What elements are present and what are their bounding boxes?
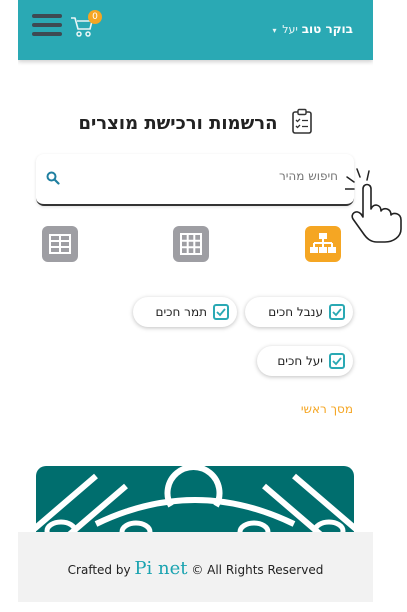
main-screen-link[interactable]: מסך ראשי bbox=[301, 402, 353, 416]
grid-icon bbox=[180, 233, 202, 255]
page-title-row: הרשמות ורכישת מוצרים bbox=[18, 108, 373, 138]
pinet-logo[interactable]: Pi net bbox=[134, 558, 187, 579]
greeting-text: בוקר טוב bbox=[301, 22, 353, 36]
app-frame: 0 בוקר טוב יעל ▾ הרשמות ורכישת מוצרים חי… bbox=[18, 0, 373, 612]
filter-chip[interactable]: תמר חכים bbox=[133, 297, 237, 327]
cart-count-badge: 0 bbox=[88, 10, 102, 24]
filter-chip-label: ענבל חכים bbox=[268, 305, 323, 319]
list-grid-view-button[interactable] bbox=[42, 226, 78, 262]
grid-view-button[interactable] bbox=[173, 226, 209, 262]
search-input[interactable] bbox=[76, 168, 340, 184]
filter-chip-label: יעל חכים bbox=[277, 354, 323, 368]
clipboard-check-icon bbox=[291, 108, 313, 138]
hierarchy-icon bbox=[310, 233, 336, 253]
search-icon[interactable] bbox=[46, 170, 60, 189]
search-box[interactable] bbox=[36, 154, 354, 206]
filter-chip-label: תמר חכים bbox=[155, 305, 207, 319]
hierarchy-view-button[interactable] bbox=[305, 226, 341, 262]
user-name: יעל bbox=[282, 23, 298, 36]
page-title: הרשמות ורכישת מוצרים bbox=[78, 112, 278, 134]
chevron-down-icon: ▾ bbox=[272, 26, 277, 35]
pointing-hand-icon bbox=[344, 167, 407, 247]
footer-suffix: © All Rights Reserved bbox=[191, 563, 324, 577]
filter-chip[interactable]: יעל חכים bbox=[257, 346, 353, 376]
checkbox-checked-icon[interactable] bbox=[329, 353, 345, 369]
footer: Crafted by Pi net © All Rights Reserved bbox=[18, 532, 373, 602]
user-greeting[interactable]: בוקר טוב יעל ▾ bbox=[272, 22, 353, 36]
footer-prefix: Crafted by bbox=[67, 563, 131, 577]
top-bar: 0 בוקר טוב יעל ▾ bbox=[18, 0, 373, 60]
filter-chip[interactable]: ענבל חכים bbox=[245, 297, 353, 327]
list-grid-icon bbox=[49, 234, 71, 254]
checkbox-checked-icon[interactable] bbox=[213, 304, 229, 320]
checkbox-checked-icon[interactable] bbox=[329, 304, 345, 320]
hamburger-icon[interactable] bbox=[32, 14, 62, 36]
footer-credit: Crafted by Pi net © All Rights Reserved bbox=[18, 558, 373, 579]
